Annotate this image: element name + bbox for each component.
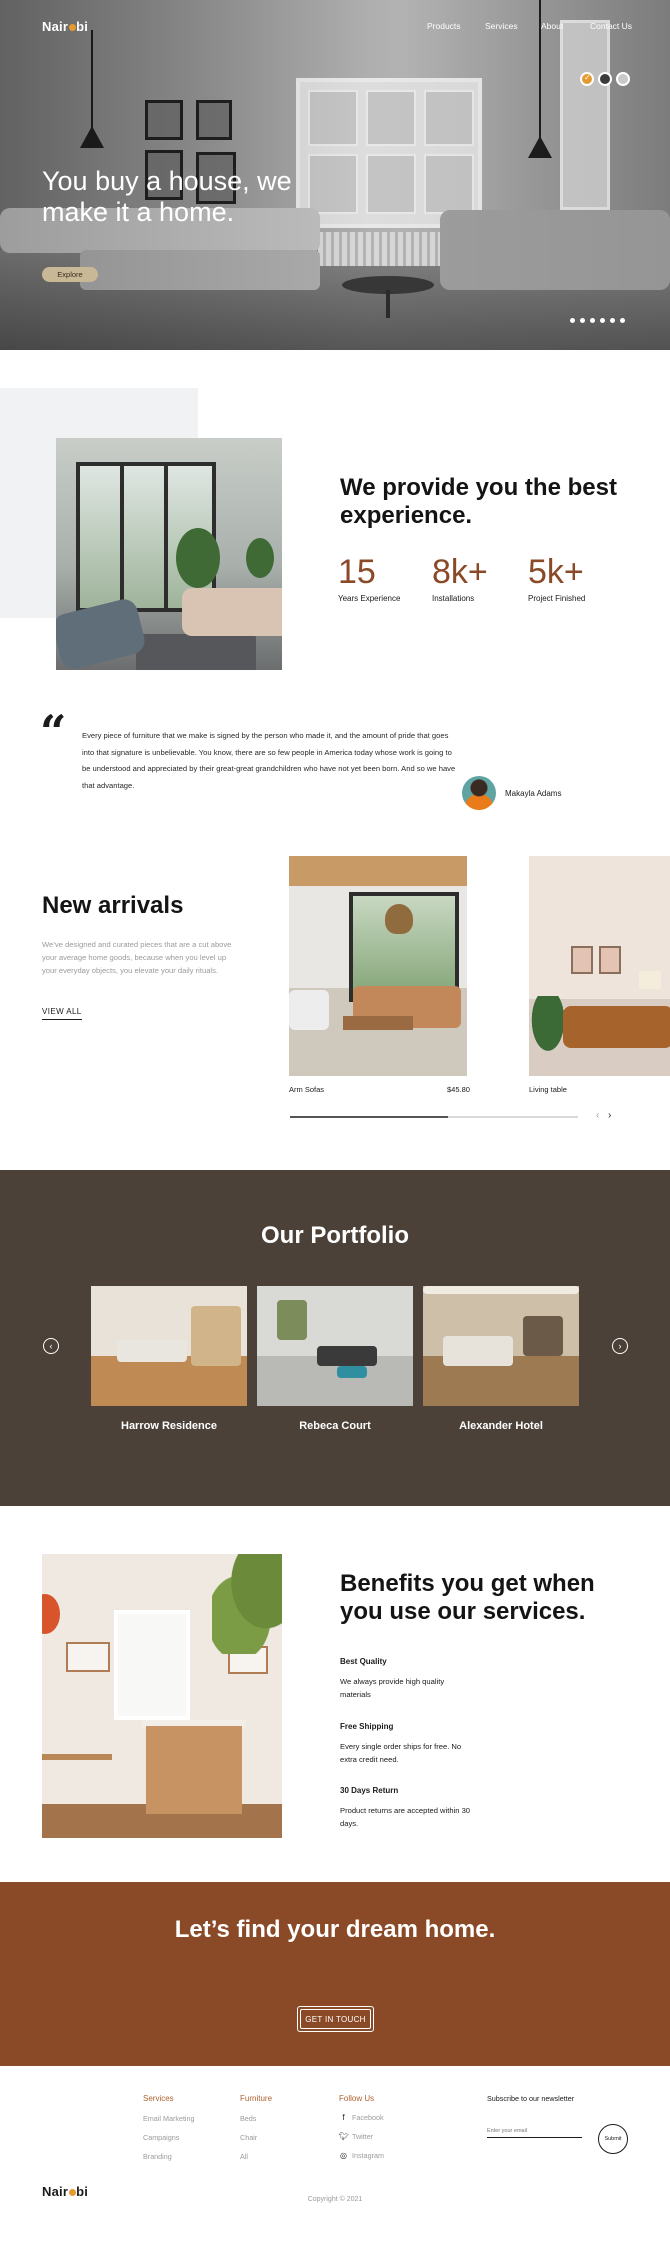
- quote-icon: “: [40, 705, 67, 759]
- cta-title: Let’s find your dream home.: [174, 1916, 496, 1943]
- product-image[interactable]: [529, 856, 670, 1076]
- footer-link[interactable]: All: [240, 2152, 248, 2161]
- portfolio-card[interactable]: Rebeca Court: [257, 1286, 413, 1432]
- portfolio-image[interactable]: [257, 1286, 413, 1406]
- chevron-right-icon[interactable]: ›: [608, 1110, 611, 1121]
- get-in-touch-button[interactable]: GET IN TOUCH: [297, 2006, 374, 2032]
- slider-dot[interactable]: [570, 318, 575, 323]
- stat-projects: 5k+ Project Finished: [528, 553, 618, 603]
- stat-label: Installations: [432, 594, 475, 603]
- avatar: [462, 776, 496, 810]
- submit-button[interactable]: Submit: [598, 2124, 628, 2154]
- twitter-link[interactable]: 🐦︎ Twitter: [339, 2132, 373, 2141]
- chevron-right-icon[interactable]: ›: [612, 1338, 628, 1354]
- main-nav: Products Services About Contact Us: [0, 21, 670, 35]
- stat-installations: 8k+ Installations: [432, 553, 522, 603]
- social-label: Facebook: [352, 2113, 384, 2122]
- facebook-icon: f: [342, 2113, 345, 2122]
- portfolio-name: Harrow Residence: [121, 1420, 217, 1432]
- facebook-link[interactable]: f Facebook: [339, 2113, 384, 2122]
- kitchen-image: [42, 1554, 282, 1838]
- testimonial-author: Makayla Adams: [505, 789, 562, 798]
- stat-value: 5k+: [528, 553, 584, 591]
- swatch-orange[interactable]: ✓: [580, 72, 594, 86]
- nav-services[interactable]: Services: [485, 21, 518, 31]
- landing-page: Nair bi Products Services About Contact U…: [0, 0, 670, 2251]
- portfolio-name: Rebeca Court: [299, 1420, 371, 1432]
- footer-heading-follow: Follow Us: [339, 2094, 375, 2103]
- instagram-link[interactable]: ◎ Instagram: [339, 2151, 384, 2160]
- chevron-left-icon[interactable]: ‹: [43, 1338, 59, 1354]
- portfolio-section: Our Portfolio Harrow Residence Rebeca Co…: [0, 1170, 670, 1506]
- product-name: Arm Sofas: [289, 1085, 325, 1094]
- nav-contact[interactable]: Contact Us: [590, 21, 632, 31]
- footer-link[interactable]: Email Marketing: [143, 2114, 195, 2123]
- slider-dot[interactable]: [590, 318, 595, 323]
- portfolio-image[interactable]: [91, 1286, 247, 1406]
- stat-label: Years Experience: [338, 594, 401, 603]
- cta-button-label: GET IN TOUCH: [300, 2009, 371, 2029]
- stat-label: Project Finished: [528, 594, 586, 603]
- slider-dots: [570, 318, 634, 324]
- social-label: Twitter: [352, 2132, 374, 2141]
- stat-years: 15 Years Experience: [338, 553, 428, 603]
- arrivals-title: New arrivals: [42, 892, 184, 919]
- swatch-light[interactable]: [616, 72, 630, 86]
- testimonial-text: Every piece of furniture that we make is…: [82, 731, 456, 790]
- view-all-link[interactable]: VIEW ALL: [42, 1007, 82, 1020]
- slider-dot[interactable]: [620, 318, 625, 323]
- check-icon: ✓: [584, 73, 591, 82]
- hero-title: You buy a house, we make it a home.: [42, 166, 292, 227]
- footer-heading-furniture: Furniture: [240, 2094, 273, 2103]
- benefit-text: Product returns are accepted within 30 d…: [340, 1806, 471, 1828]
- arrivals-description: We’ve designed and curated pieces that a…: [42, 940, 232, 975]
- twitter-icon: 🐦︎: [339, 2132, 350, 2141]
- instagram-icon: ◎: [340, 2151, 347, 2160]
- portfolio-card[interactable]: Alexander Hotel: [423, 1286, 579, 1432]
- footer-link[interactable]: Chair: [240, 2133, 257, 2142]
- slider-dot[interactable]: [610, 318, 615, 323]
- living-room-image: [56, 438, 282, 670]
- portfolio-card[interactable]: Harrow Residence: [91, 1286, 247, 1432]
- footer-heading-services: Services: [143, 2094, 174, 2103]
- explore-button[interactable]: Explore: [42, 267, 98, 282]
- swatch-dark[interactable]: [598, 72, 612, 86]
- benefit-title: 30 Days Return: [340, 1786, 399, 1795]
- social-label: Instagram: [352, 2151, 384, 2160]
- benefit-text: Every single order ships for free. No ex…: [340, 1742, 462, 1764]
- cta-section: Let’s find your dream home. GET IN TOUCH: [0, 1882, 670, 2066]
- product-name: Living table: [529, 1085, 567, 1094]
- copyright-text: Copyright © 2021: [307, 2196, 363, 2203]
- footer-link[interactable]: Beds: [240, 2114, 256, 2123]
- benefit-title: Best Quality: [340, 1657, 387, 1666]
- benefit-title: Free Shipping: [340, 1722, 394, 1731]
- slider-dot[interactable]: [600, 318, 605, 323]
- stat-value: 15: [338, 553, 376, 591]
- benefits-title: Benefits you get when you use our servic…: [340, 1570, 595, 1625]
- product-image[interactable]: [289, 856, 467, 1076]
- portfolio-name: Alexander Hotel: [459, 1420, 543, 1432]
- experience-title: We provide you the best experience.: [340, 474, 617, 529]
- newsletter-email-input[interactable]: [487, 2124, 582, 2138]
- chevron-left-icon[interactable]: ‹: [596, 1110, 599, 1121]
- hero-section: Nair bi Products Services About Contact U…: [0, 0, 670, 350]
- newsletter-label: Subscribe to our newsletter: [487, 2094, 575, 2103]
- product-price: $45.80: [447, 1085, 470, 1094]
- slider-dot[interactable]: [580, 318, 585, 323]
- portfolio-title: Our Portfolio: [261, 1222, 409, 1249]
- logo-dot-icon: [68, 2189, 76, 2196]
- nav-products[interactable]: Products: [427, 21, 461, 31]
- color-swatches: ✓: [580, 72, 640, 88]
- nav-about[interactable]: About: [541, 21, 563, 31]
- footer-link[interactable]: Campaigns: [143, 2133, 179, 2142]
- footer-link[interactable]: Branding: [143, 2152, 172, 2161]
- scrollbar-thumb[interactable]: [290, 1116, 449, 1118]
- stat-value: 8k+: [432, 553, 488, 591]
- benefit-text: We always provide high quality materials: [340, 1677, 445, 1699]
- portfolio-image[interactable]: [423, 1286, 579, 1406]
- carousel-scrollbar[interactable]: [290, 1116, 578, 1118]
